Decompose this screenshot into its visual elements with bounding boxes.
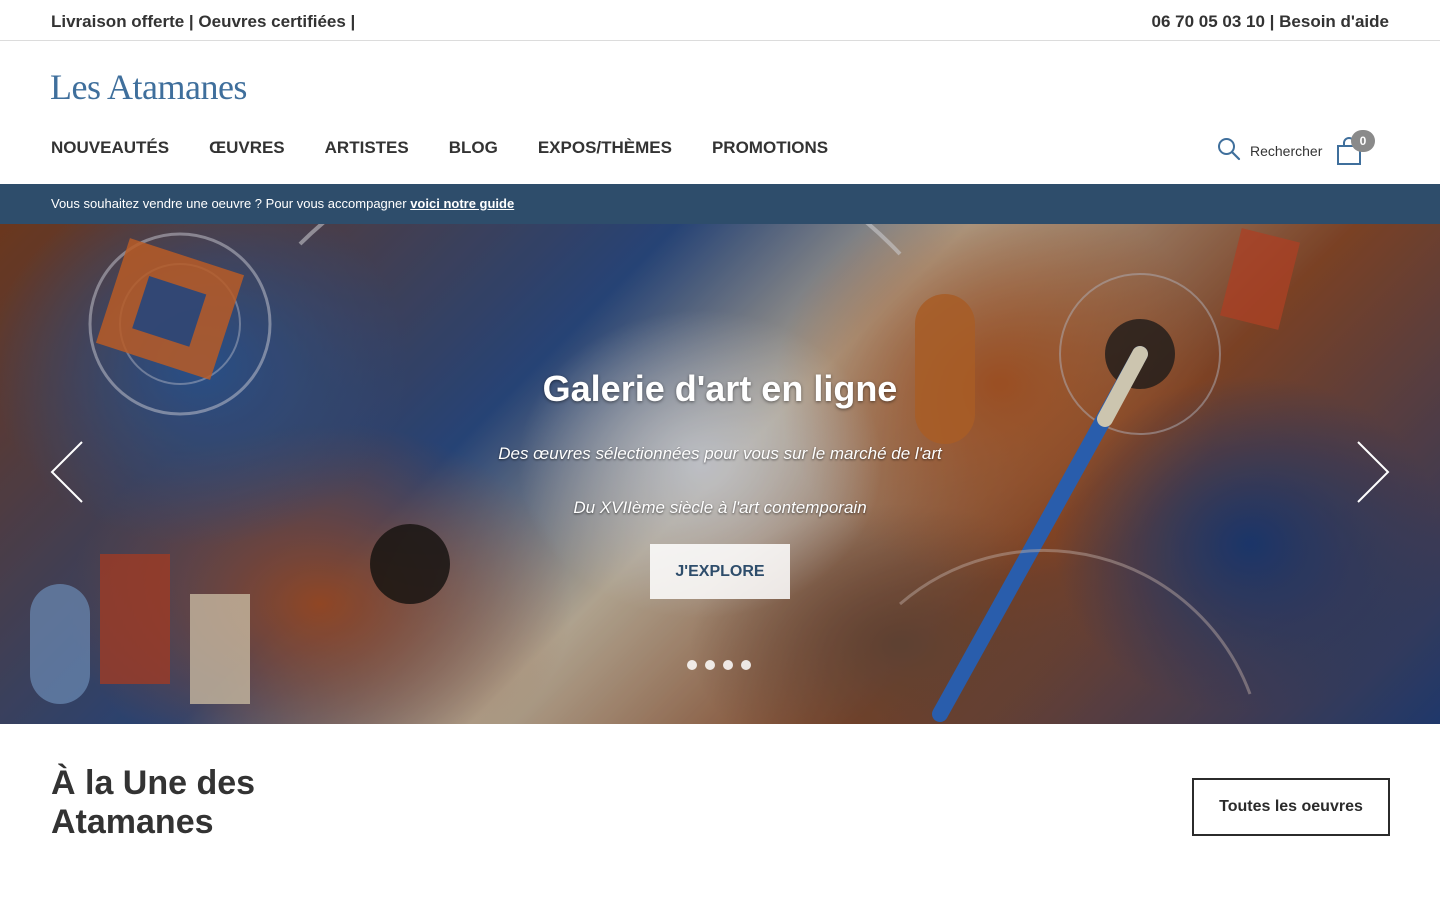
main-nav: NOUVEAUTÉS ŒUVRES ARTISTES BLOG EXPOS/TH…: [51, 138, 868, 158]
cart-button[interactable]: 0: [1336, 130, 1376, 166]
carousel-prev-arrow-icon[interactable]: [50, 440, 84, 504]
search-icon: [1218, 138, 1241, 161]
search-button[interactable]: Rechercher: [1217, 137, 1322, 161]
carousel-dot-4[interactable]: [741, 660, 751, 670]
carousel-next-arrow-icon[interactable]: [1356, 440, 1390, 504]
contact-info[interactable]: 06 70 05 03 10 | Besoin d'aide: [1152, 12, 1390, 32]
nav-item-promotions[interactable]: PROMOTIONS: [712, 138, 828, 158]
carousel-dots: [687, 660, 759, 670]
nav-item-expos-themes[interactable]: EXPOS/THÈMES: [538, 138, 672, 158]
hero-carousel: Galerie d'art en ligne Des œuvres sélect…: [0, 224, 1440, 724]
top-bar: Livraison offerte | Oeuvres certifiées |…: [0, 0, 1440, 41]
featured-section-title: À la Une des Atamanes: [51, 764, 256, 841]
shipping-info: Livraison offerte | Oeuvres certifiées |: [51, 12, 356, 31]
hero-title: Galerie d'art en ligne: [542, 368, 898, 409]
carousel-dot-1[interactable]: [687, 660, 697, 670]
site-logo[interactable]: Les Atamanes: [50, 66, 247, 108]
all-works-button[interactable]: Toutes les oeuvres: [1192, 778, 1390, 836]
sell-banner: Vous souhaitez vendre une oeuvre ? Pour …: [0, 184, 1440, 224]
hero-subtitle-1: Des œuvres sélectionnées pour vous sur l…: [498, 444, 942, 463]
search-label: Rechercher: [1250, 143, 1323, 159]
cart-count-badge: 0: [1351, 130, 1375, 152]
carousel-dot-3[interactable]: [723, 660, 733, 670]
nav-item-blog[interactable]: BLOG: [449, 138, 498, 158]
sell-guide-link[interactable]: voici notre guide: [410, 196, 514, 211]
sell-banner-text: Vous souhaitez vendre une oeuvre ? Pour …: [51, 196, 407, 211]
nav-item-oeuvres[interactable]: ŒUVRES: [209, 138, 285, 158]
explore-button[interactable]: J'EXPLORE: [650, 544, 790, 599]
hero-overlay: [0, 224, 1440, 724]
nav-item-artistes[interactable]: ARTISTES: [325, 138, 409, 158]
carousel-dot-2[interactable]: [705, 660, 715, 670]
hero-subtitle-2: Du XVIIème siècle à l'art contemporain: [573, 498, 867, 517]
nav-item-nouveautes[interactable]: NOUVEAUTÉS: [51, 138, 169, 158]
